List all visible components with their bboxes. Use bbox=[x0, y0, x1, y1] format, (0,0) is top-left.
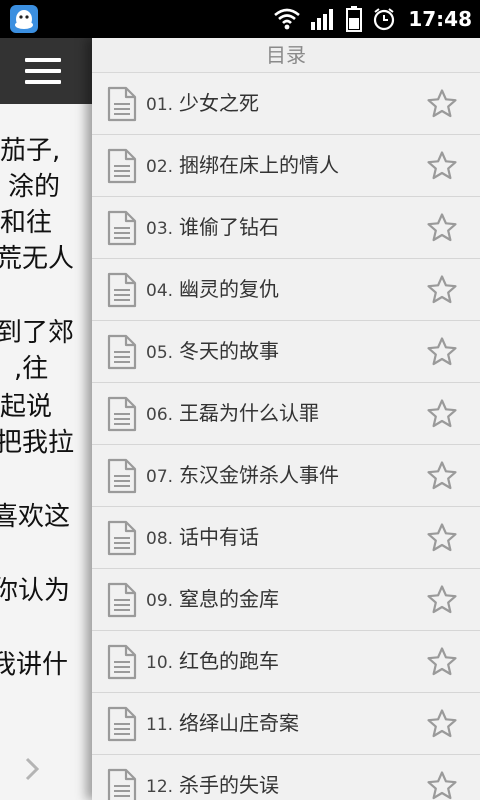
chapter-item[interactable]: 09. 窒息的金库 bbox=[92, 569, 480, 631]
chapter-name: 幽灵的复仇 bbox=[179, 277, 280, 301]
chapter-title: 11. 络绎山庄奇案 bbox=[146, 693, 299, 756]
reader-text-line: 我讲什 bbox=[0, 650, 69, 680]
document-icon bbox=[107, 706, 137, 742]
chapter-title: 01. 少女之死 bbox=[146, 73, 259, 136]
star-icon[interactable] bbox=[426, 460, 458, 492]
reader-text-line: ,往 bbox=[14, 354, 49, 384]
star-icon[interactable] bbox=[426, 708, 458, 740]
chapter-name: 窒息的金库 bbox=[179, 587, 280, 611]
chapter-number: 06. bbox=[146, 405, 174, 425]
star-icon[interactable] bbox=[426, 336, 458, 368]
chapter-item[interactable]: 12. 杀手的失误 bbox=[92, 755, 480, 800]
reader-text-line: 和往 bbox=[0, 208, 53, 238]
chapter-number: 11. bbox=[146, 715, 174, 735]
qq-app-icon bbox=[10, 5, 38, 33]
toc-title: 目录 bbox=[92, 38, 480, 73]
reader-text-line: 起说 bbox=[0, 392, 53, 422]
chapter-title: 02. 捆绑在床上的情人 bbox=[146, 135, 339, 198]
star-icon[interactable] bbox=[426, 646, 458, 678]
chapter-name: 东汉金饼杀人事件 bbox=[179, 463, 340, 487]
chapter-name: 红色的跑车 bbox=[179, 649, 280, 673]
wifi-icon bbox=[274, 8, 301, 30]
alarm-icon bbox=[374, 8, 395, 31]
document-icon bbox=[107, 86, 137, 122]
chapter-name: 冬天的故事 bbox=[179, 339, 280, 363]
star-icon[interactable] bbox=[426, 150, 458, 182]
chapter-title: 12. 杀手的失误 bbox=[146, 755, 279, 800]
chapter-name: 捆绑在床上的情人 bbox=[179, 153, 340, 177]
chapter-number: 04. bbox=[146, 281, 174, 301]
document-icon bbox=[107, 210, 137, 246]
signal-icon bbox=[311, 9, 334, 30]
chapter-item[interactable]: 01. 少女之死 bbox=[92, 73, 480, 135]
reader-text-line: 到了郊 bbox=[0, 318, 75, 348]
chapter-item[interactable]: 02. 捆绑在床上的情人 bbox=[92, 135, 480, 197]
chapter-number: 01. bbox=[146, 95, 174, 115]
document-icon bbox=[107, 148, 137, 184]
reader-text-line: 你认为 bbox=[0, 576, 71, 606]
chapter-number: 03. bbox=[146, 219, 174, 239]
table-of-contents-panel: 目录 01. 少女之死 02. 捆绑在床上的情人 03. 谁偷了钻石 04. 幽… bbox=[92, 38, 480, 800]
reader-text-line: 涂的 bbox=[8, 172, 61, 202]
star-icon[interactable] bbox=[426, 522, 458, 554]
reader-content: 茄子, 涂的 和往 荒无人 到了郊 ,往 起说 把我拉 喜欢这 你认为 我讲什 bbox=[0, 38, 92, 800]
chapter-name: 王磊为什么认罪 bbox=[179, 401, 320, 425]
reader-text-line: 茄子, bbox=[0, 136, 61, 166]
chapter-title: 10. 红色的跑车 bbox=[146, 631, 279, 694]
chapter-number: 07. bbox=[146, 467, 174, 487]
chapter-name: 杀手的失误 bbox=[179, 773, 280, 797]
reader-text-line: 喜欢这 bbox=[0, 502, 71, 532]
document-icon bbox=[107, 458, 137, 494]
chapter-name: 络绎山庄奇案 bbox=[179, 711, 300, 735]
document-icon bbox=[107, 334, 137, 370]
chapter-item[interactable]: 08. 话中有话 bbox=[92, 507, 480, 569]
star-icon[interactable] bbox=[426, 88, 458, 120]
hamburger-menu-icon[interactable] bbox=[25, 56, 63, 86]
chapter-item[interactable]: 07. 东汉金饼杀人事件 bbox=[92, 445, 480, 507]
chapter-item[interactable]: 05. 冬天的故事 bbox=[92, 321, 480, 383]
document-icon bbox=[107, 396, 137, 432]
chapter-list: 01. 少女之死 02. 捆绑在床上的情人 03. 谁偷了钻石 04. 幽灵的复… bbox=[92, 73, 480, 800]
document-icon bbox=[107, 768, 137, 800]
chapter-name: 少女之死 bbox=[179, 91, 260, 115]
chevron-right-icon[interactable] bbox=[22, 756, 42, 782]
star-icon[interactable] bbox=[426, 770, 458, 800]
chapter-number: 12. bbox=[146, 777, 174, 797]
chapter-item[interactable]: 11. 络绎山庄奇案 bbox=[92, 693, 480, 755]
chapter-title: 08. 话中有话 bbox=[146, 507, 259, 570]
status-bar: 17:48 bbox=[0, 0, 480, 38]
star-icon[interactable] bbox=[426, 398, 458, 430]
document-icon bbox=[107, 520, 137, 556]
chapter-title: 05. 冬天的故事 bbox=[146, 321, 279, 384]
chapter-number: 02. bbox=[146, 157, 174, 177]
chapter-number: 05. bbox=[146, 343, 174, 363]
document-icon bbox=[107, 644, 137, 680]
chapter-number: 08. bbox=[146, 529, 174, 549]
clock-time: 17:48 bbox=[408, 7, 472, 31]
chapter-title: 09. 窒息的金库 bbox=[146, 569, 279, 632]
star-icon[interactable] bbox=[426, 212, 458, 244]
reader-text-line: 把我拉 bbox=[0, 428, 75, 458]
chapter-number: 10. bbox=[146, 653, 174, 673]
star-icon[interactable] bbox=[426, 274, 458, 306]
chapter-name: 话中有话 bbox=[179, 525, 260, 549]
chapter-item[interactable]: 10. 红色的跑车 bbox=[92, 631, 480, 693]
chapter-title: 07. 东汉金饼杀人事件 bbox=[146, 445, 339, 508]
chapter-name: 谁偷了钻石 bbox=[179, 215, 280, 239]
star-icon[interactable] bbox=[426, 584, 458, 616]
chapter-title: 06. 王磊为什么认罪 bbox=[146, 383, 319, 446]
battery-icon bbox=[346, 6, 363, 32]
reader-toolbar bbox=[0, 38, 92, 104]
chapter-title: 04. 幽灵的复仇 bbox=[146, 259, 279, 322]
chapter-item[interactable]: 04. 幽灵的复仇 bbox=[92, 259, 480, 321]
chapter-number: 09. bbox=[146, 591, 174, 611]
chapter-item[interactable]: 03. 谁偷了钻石 bbox=[92, 197, 480, 259]
chapter-item[interactable]: 06. 王磊为什么认罪 bbox=[92, 383, 480, 445]
document-icon bbox=[107, 582, 137, 618]
reader-text-line: 荒无人 bbox=[0, 244, 75, 274]
document-icon bbox=[107, 272, 137, 308]
chapter-title: 03. 谁偷了钻石 bbox=[146, 197, 279, 260]
